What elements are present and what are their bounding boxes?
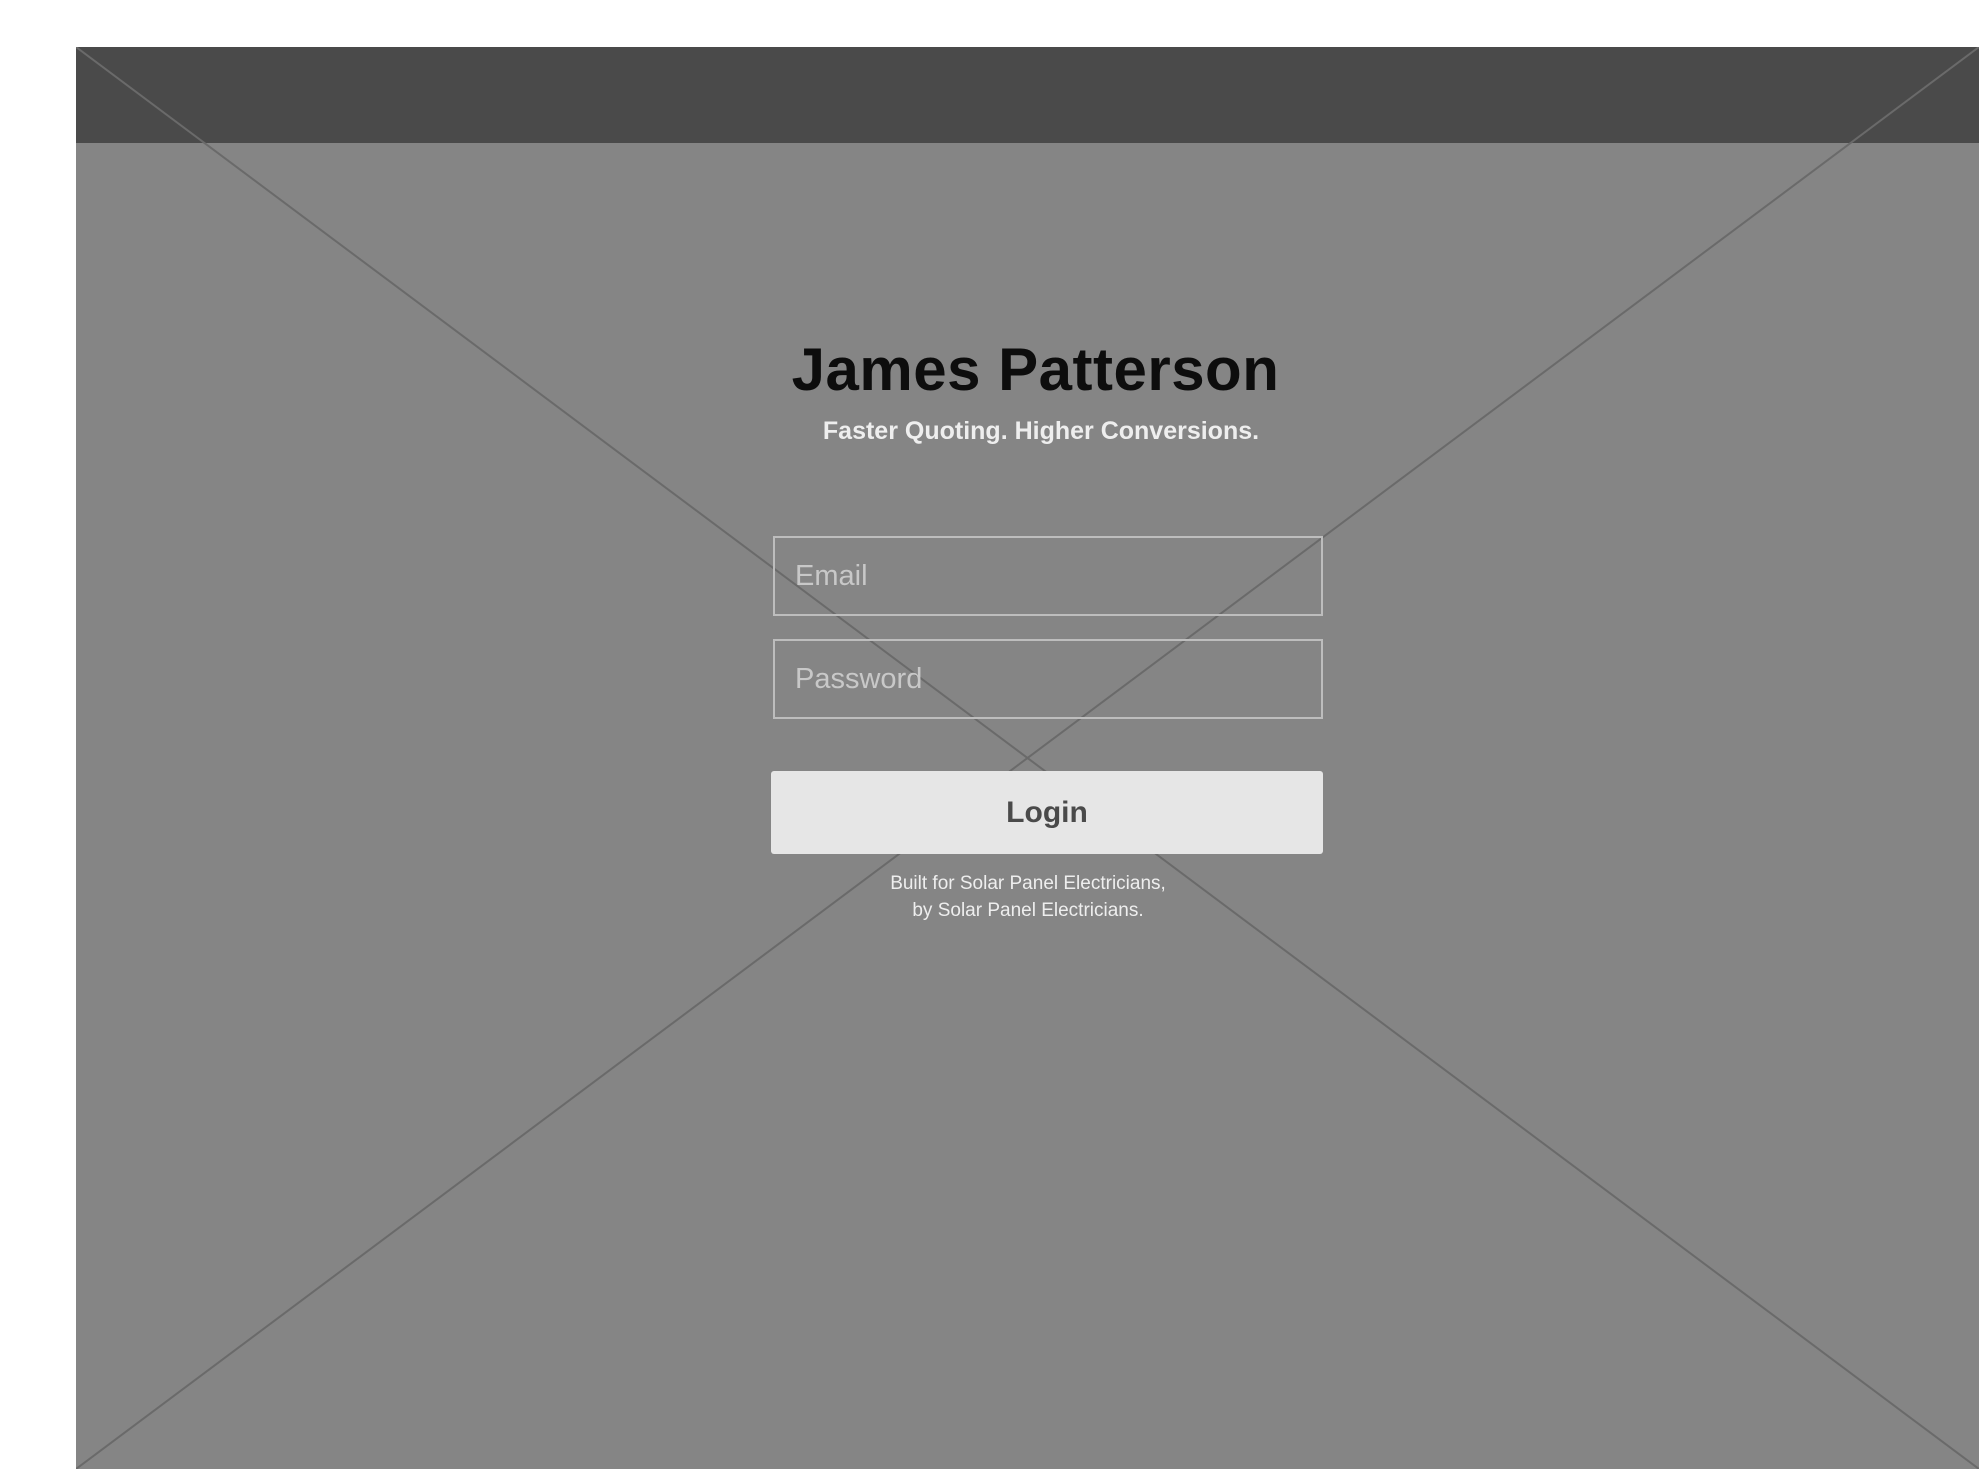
footnote-line-2: by Solar Panel Electricians. [912, 900, 1144, 921]
login-content: James Patterson Faster Quoting. Higher C… [76, 47, 1979, 1469]
login-button[interactable]: Login [771, 771, 1323, 854]
brand-title: James Patterson [791, 336, 1280, 403]
footnote: Built for Solar Panel Electricians, by S… [76, 870, 1979, 924]
footnote-line-1: Built for Solar Panel Electricians, [890, 873, 1166, 894]
email-input[interactable] [773, 536, 1323, 616]
login-screen: James Patterson Faster Quoting. Higher C… [76, 47, 1979, 1469]
brand-tagline: Faster Quoting. Higher Conversions. [822, 417, 1260, 445]
password-input[interactable] [773, 639, 1323, 719]
